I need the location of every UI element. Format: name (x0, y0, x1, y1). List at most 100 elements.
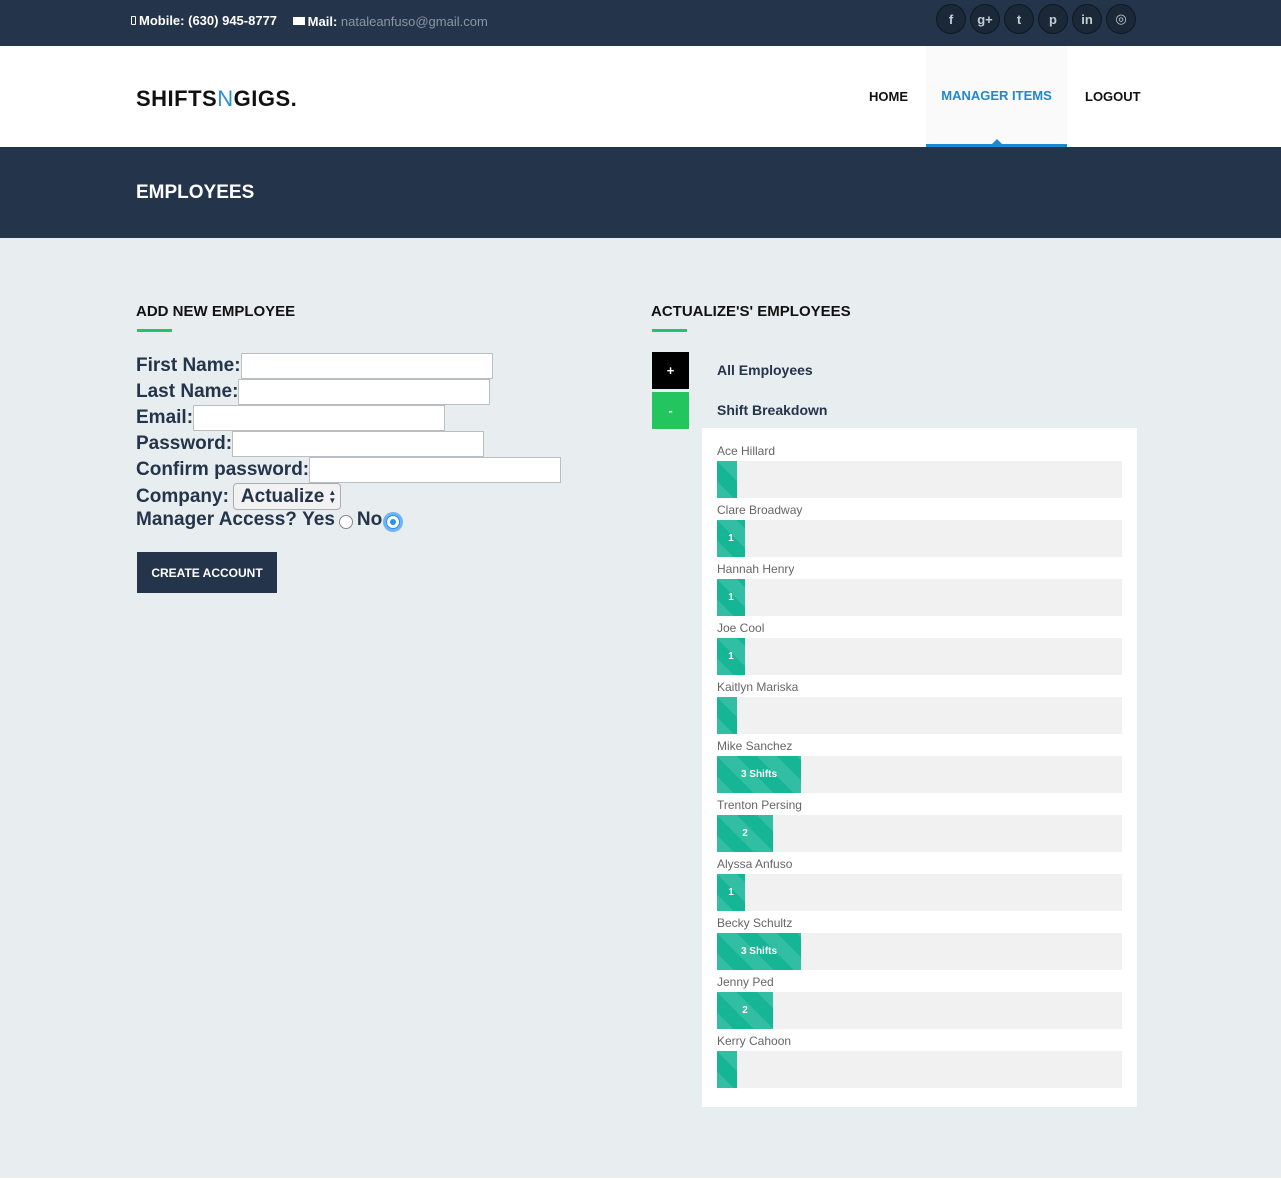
shift-breakdown-label[interactable]: Shift Breakdown (717, 402, 827, 418)
yes-label: Yes (302, 509, 335, 530)
shift-bar-track: 1 (717, 638, 1122, 675)
employees-panel-underline (652, 329, 687, 332)
password-label: Password: (136, 433, 233, 454)
employee-shift-row: Joe Cool 1 (717, 620, 1122, 675)
shift-bar-fill: 1 (717, 579, 745, 616)
shift-bar-fill (717, 461, 737, 498)
shift-bar-fill: 1 (717, 520, 745, 557)
password-row: Password: (136, 431, 485, 457)
all-employees-toggle[interactable]: + (652, 352, 689, 389)
shift-bar-fill: 3 Shifts (717, 933, 801, 970)
shift-bar-fill (717, 697, 737, 734)
contact-info: Mobile: (630) 945-8777 Mail: nataleanfus… (131, 13, 500, 29)
shift-bar-track (717, 697, 1122, 734)
all-employees-label[interactable]: All Employees (717, 362, 813, 378)
logo-part-gigs: GIGS. (233, 86, 298, 111)
employee-name: Jenny Ped (717, 975, 774, 989)
employee-shift-row: Kaitlyn Mariska (717, 679, 1122, 734)
manager-yes-radio[interactable] (338, 515, 353, 529)
shift-bar-fill (717, 1051, 737, 1088)
employee-name: Ace Hillard (717, 444, 776, 458)
nav-home[interactable]: HOME (869, 46, 908, 147)
email-label: Email: (136, 407, 194, 428)
shift-bar-track: 2 (717, 992, 1122, 1029)
employee-name: Clare Broadway (717, 503, 803, 517)
shift-bar-fill: 2 (717, 815, 773, 852)
employee-name: Joe Cool (717, 621, 765, 635)
company-label: Company: (136, 485, 229, 507)
last-name-input[interactable] (238, 379, 491, 405)
shift-breakdown-panel: Ace Hillard Clare Broadway 1 Hannah Henry 1 J… (702, 428, 1137, 1107)
top-bar: Mobile: (630) 945-8777 Mail: nataleanfus… (0, 0, 1281, 46)
mobile-value: (630) 945-8777 (188, 13, 278, 28)
envelope-icon (292, 17, 305, 25)
employee-name: Kerry Cahoon (717, 1034, 792, 1048)
shift-breakdown-toggle[interactable]: - (652, 392, 689, 429)
employee-shift-row: Kerry Cahoon (717, 1033, 1122, 1088)
dribbble-icon[interactable]: ◎ (1106, 4, 1136, 34)
shift-bar-fill: 1 (717, 874, 745, 911)
employee-shift-row: Mike Sanchez 3 Shifts (717, 738, 1122, 793)
shift-bar-track: 1 (717, 579, 1122, 616)
employee-shift-row: Becky Schultz 3 Shifts (717, 915, 1122, 970)
shift-bar-track: 2 (717, 815, 1122, 852)
employee-name: Kaitlyn Mariska (717, 680, 799, 694)
first-name-label: First Name: (136, 355, 241, 376)
logo-part-n: N (217, 86, 234, 111)
first-name-row: First Name: (136, 353, 493, 379)
manager-access-label: Manager Access? (136, 509, 297, 530)
employee-shift-row: Ace Hillard (717, 443, 1122, 498)
employees-panel-title: ACTUALIZE'S' EMPLOYEES (651, 303, 851, 320)
mail-value[interactable]: nataleanfuso@gmail.com (341, 14, 488, 29)
last-name-label: Last Name: (136, 381, 239, 402)
no-label: No (356, 509, 383, 530)
company-select-value: Actualize (240, 485, 325, 507)
first-name-input[interactable] (240, 353, 493, 379)
twitter-icon[interactable]: t (1004, 4, 1034, 34)
mobile-label: Mobile: (139, 13, 185, 28)
shift-bar-track: 3 Shifts (717, 756, 1122, 793)
add-employee-underline (137, 329, 172, 332)
nav-manager-items-label: MANAGER ITEMS (941, 87, 1052, 103)
mail-label: Mail: (307, 13, 338, 29)
shift-bar-track: 1 (717, 874, 1122, 911)
employee-shift-row: Clare Broadway 1 (717, 502, 1122, 557)
nav-manager-items[interactable]: MANAGER ITEMS (926, 46, 1067, 147)
linkedin-icon[interactable]: in (1072, 4, 1102, 34)
company-select[interactable]: Actualize ▲ ▼ (232, 483, 342, 510)
manager-no-radio[interactable] (386, 515, 401, 529)
select-arrows-icon: ▲ ▼ (328, 487, 337, 505)
create-account-button[interactable]: CREATE ACCOUNT (137, 552, 277, 593)
employee-name: Trenton Persing (717, 798, 802, 812)
main-navbar: SHIFTSNGIGS. HOME MANAGER ITEMS LOGOUT (0, 46, 1281, 147)
shift-bar-track: 3 Shifts (717, 933, 1122, 970)
shift-bar-fill: 1 (717, 638, 745, 675)
email-row: Email: (136, 405, 446, 431)
employee-shift-row: Jenny Ped 2 (717, 974, 1122, 1029)
mobile-phone-icon (131, 16, 136, 25)
add-employee-title: ADD NEW EMPLOYEE (136, 303, 296, 320)
manager-access-row: Manager Access? Yes No (136, 509, 404, 531)
google-plus-icon[interactable]: g+ (970, 4, 1000, 34)
employee-name: Hannah Henry (717, 562, 795, 576)
logo-part-shifts: SHIFTS (136, 86, 218, 111)
password-input[interactable] (232, 431, 485, 457)
site-logo[interactable]: SHIFTSNGIGS. (136, 86, 297, 112)
email-input[interactable] (193, 405, 446, 431)
shift-bar-fill: 3 Shifts (717, 756, 801, 793)
confirm-password-input[interactable] (309, 457, 562, 483)
employee-shift-row: Alyssa Anfuso 1 (717, 856, 1122, 911)
shift-bar-fill: 2 (717, 992, 773, 1029)
employee-name: Mike Sanchez (717, 739, 793, 753)
confirm-password-label: Confirm password: (136, 459, 310, 480)
employee-shift-row: Hannah Henry 1 (717, 561, 1122, 616)
employee-name: Becky Schultz (717, 916, 793, 930)
pinterest-icon[interactable]: p (1038, 4, 1068, 34)
employee-name: Alyssa Anfuso (717, 857, 793, 871)
nav-logout[interactable]: LOGOUT (1085, 46, 1141, 147)
shift-bar-track (717, 461, 1122, 498)
mobile-contact: Mobile: (630) 945-8777 (131, 13, 277, 28)
shift-bar-track (717, 1051, 1122, 1088)
page-title: EMPLOYEES (136, 182, 255, 203)
facebook-icon[interactable]: f (936, 4, 966, 34)
